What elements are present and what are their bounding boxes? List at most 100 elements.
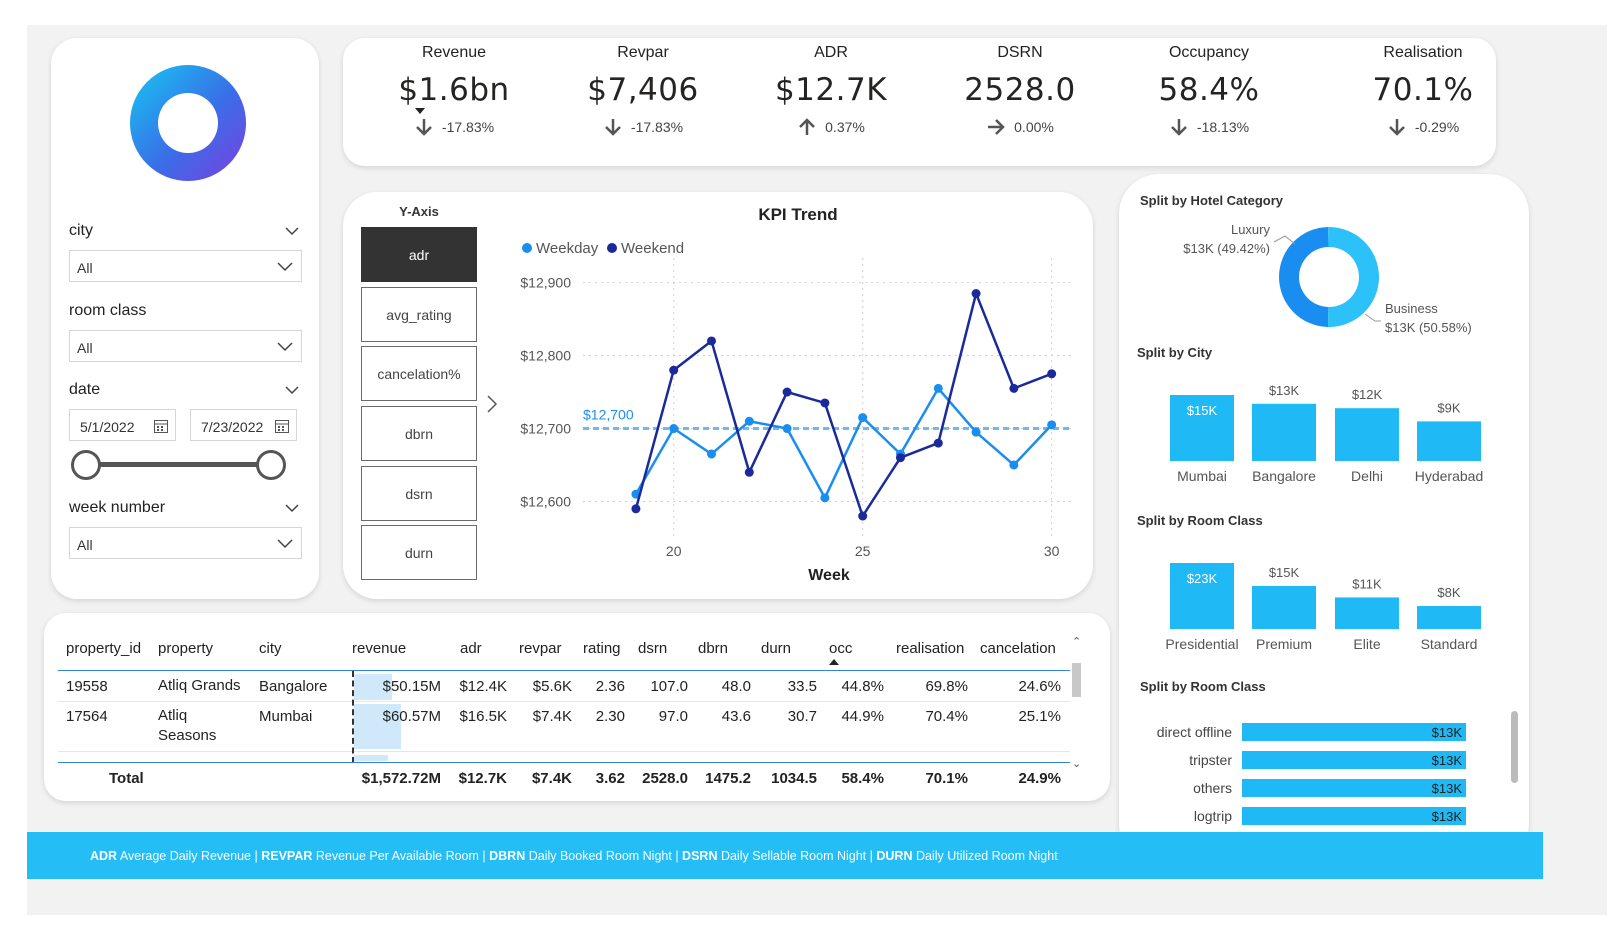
- glossary-abbr: DSRN: [682, 849, 718, 863]
- y-tick-label: $12,700: [520, 421, 571, 437]
- kpi-cards: Revenue $1.6bn -17.83% Revpar $7,406 -17…: [343, 38, 1496, 166]
- date-slider-track[interactable]: [85, 462, 271, 467]
- bar-category-label: Presidential: [1165, 636, 1238, 652]
- city-dropdown[interactable]: All: [69, 250, 302, 282]
- week-number-collapse-chevron-icon[interactable]: [285, 501, 299, 515]
- end-date-value: 7/23/2022: [201, 419, 264, 435]
- calendar-icon[interactable]: [274, 418, 290, 434]
- column-header-property_id[interactable]: property_id: [66, 640, 141, 657]
- scrollbar-thumb[interactable]: [1511, 711, 1518, 783]
- cell-city: Bangalore: [259, 678, 328, 695]
- column-header-dsrn[interactable]: dsrn: [638, 640, 667, 657]
- bar-value-label: $11K: [1352, 576, 1382, 591]
- end-date-input[interactable]: 7/23/2022: [190, 409, 297, 441]
- bar: [1252, 403, 1316, 461]
- arrow-down-icon: [605, 119, 621, 136]
- kpi-realisation[interactable]: Realisation 70.1% -0.29%: [1338, 38, 1508, 137]
- date-slider-end-handle[interactable]: [256, 450, 286, 480]
- column-header-revenue[interactable]: revenue: [352, 640, 406, 657]
- data-point: [933, 383, 943, 393]
- y-axis-button-avg-rating[interactable]: avg_rating: [361, 287, 477, 342]
- cell-city: Mumbai: [259, 708, 313, 725]
- start-date-input[interactable]: 5/1/2022: [69, 409, 176, 441]
- bar-category-label: direct offline: [1157, 724, 1232, 740]
- kpi-title: ADR: [814, 44, 848, 61]
- scrollbar-thumb[interactable]: [1072, 663, 1081, 697]
- kpi-delta-value: -17.83%: [630, 119, 684, 135]
- y-axis-button-dsrn[interactable]: dsrn: [361, 466, 477, 521]
- data-point: [1047, 420, 1057, 430]
- chart-title: Split by City: [1137, 345, 1213, 360]
- data-point: [820, 493, 830, 503]
- column-header-city[interactable]: city: [259, 640, 282, 657]
- arrow-down-icon: [1388, 119, 1405, 136]
- column-header-property[interactable]: property: [158, 640, 213, 657]
- data-point: [1009, 383, 1019, 393]
- kpi-revpar[interactable]: Revpar $7,406 -17.83%: [558, 38, 728, 137]
- kpi-value: $7,406: [587, 72, 699, 108]
- cell-property: Atliq Seasons: [158, 707, 217, 744]
- chevron-right-icon[interactable]: [485, 394, 499, 414]
- scroll-up-icon[interactable]: ⌃: [1072, 635, 1081, 648]
- arrow-right-icon: [988, 119, 1005, 135]
- y-tick-label: $12,800: [520, 348, 571, 364]
- data-point: [971, 289, 981, 299]
- revenue-data-bar: [354, 755, 388, 761]
- bar: [1335, 408, 1399, 461]
- column-header-occ[interactable]: occ: [829, 640, 852, 657]
- y-axis-button-cancelation[interactable]: cancelation%: [361, 346, 477, 401]
- y-axis-button-adr[interactable]: adr: [361, 227, 477, 282]
- x-axis-label: Week: [808, 567, 850, 584]
- chevron-down-icon: [277, 342, 293, 352]
- kpi-trend-chart[interactable]: KPI Trend Weekday Weekend $12,600 $12,700 $12…: [503, 192, 1093, 599]
- kpi-occupancy[interactable]: Occupancy 58.4% -18.13%: [1124, 38, 1294, 137]
- arrow-down-icon: [1171, 119, 1187, 136]
- column-header-cancelation[interactable]: cancelation: [980, 640, 1056, 657]
- scroll-down-icon[interactable]: ⌄: [1072, 757, 1081, 770]
- row-divider: [58, 701, 1070, 702]
- kpi-dsrn[interactable]: DSRN 2528.0 0.00%: [935, 38, 1105, 137]
- bar-category-label: Bangalore: [1252, 468, 1316, 484]
- date-collapse-chevron-icon[interactable]: [285, 383, 299, 397]
- donut-slice-business: [1328, 227, 1379, 327]
- property-table: property_id property city revenue adr revpar r…: [44, 613, 1110, 801]
- date-slider-start-handle[interactable]: [71, 450, 101, 480]
- kpi-delta: -18.13%: [1124, 117, 1294, 137]
- bar-category-label: Premium: [1256, 636, 1312, 652]
- kpi-delta: -17.83%: [369, 117, 539, 137]
- column-header-rating[interactable]: rating: [583, 640, 621, 657]
- chevron-down-icon: [277, 262, 293, 272]
- arrow-up-icon: [799, 118, 816, 135]
- kpi-title: Revenue: [421, 44, 487, 61]
- calendar-icon[interactable]: [153, 418, 169, 434]
- week-number-dropdown[interactable]: All: [69, 527, 302, 559]
- bar-value-label: $12K: [1352, 387, 1383, 402]
- column-header-dbrn[interactable]: dbrn: [698, 640, 728, 657]
- total-cancelation: 24.9%: [1018, 770, 1061, 787]
- y-axis-button-dbrn[interactable]: dbrn: [361, 406, 477, 461]
- column-header-durn[interactable]: durn: [761, 640, 791, 657]
- chevron-down-icon: [277, 539, 293, 549]
- bar-value-label: $8K: [1437, 585, 1460, 600]
- sort-ascending-icon[interactable]: [829, 659, 839, 665]
- column-header-adr[interactable]: adr: [460, 640, 482, 657]
- y-axis-selector-title: Y-Axis: [399, 204, 439, 219]
- y-axis-button-durn[interactable]: durn: [361, 525, 477, 580]
- bar-category-label: tripster: [1189, 752, 1232, 768]
- data-point: [1009, 460, 1019, 470]
- data-point: [933, 438, 943, 448]
- column-header-revpar[interactable]: revpar: [519, 640, 562, 657]
- room-class-dropdown[interactable]: All: [69, 330, 302, 362]
- column-header-realisation[interactable]: realisation: [896, 640, 964, 657]
- bar-value-label: $13K: [1432, 725, 1463, 740]
- kpi-revenue[interactable]: Revenue $1.6bn -17.83%: [369, 38, 539, 137]
- start-date-value: 5/1/2022: [80, 419, 135, 435]
- bar-category-label: logtrip: [1194, 808, 1232, 824]
- kpi-adr[interactable]: ADR $12.7K 0.37%: [746, 38, 916, 137]
- kpi-delta-value: -18.13%: [1196, 119, 1250, 135]
- table-scrollbar[interactable]: ⌃ ⌄: [1071, 633, 1083, 773]
- bar-value-label: $13K: [1432, 809, 1463, 824]
- city-collapse-chevron-icon[interactable]: [285, 224, 299, 238]
- kpi-delta: 0.00%: [935, 117, 1105, 137]
- splits-charts[interactable]: Split by Hotel Category Luxury $13K (49.42…: [1119, 174, 1529, 864]
